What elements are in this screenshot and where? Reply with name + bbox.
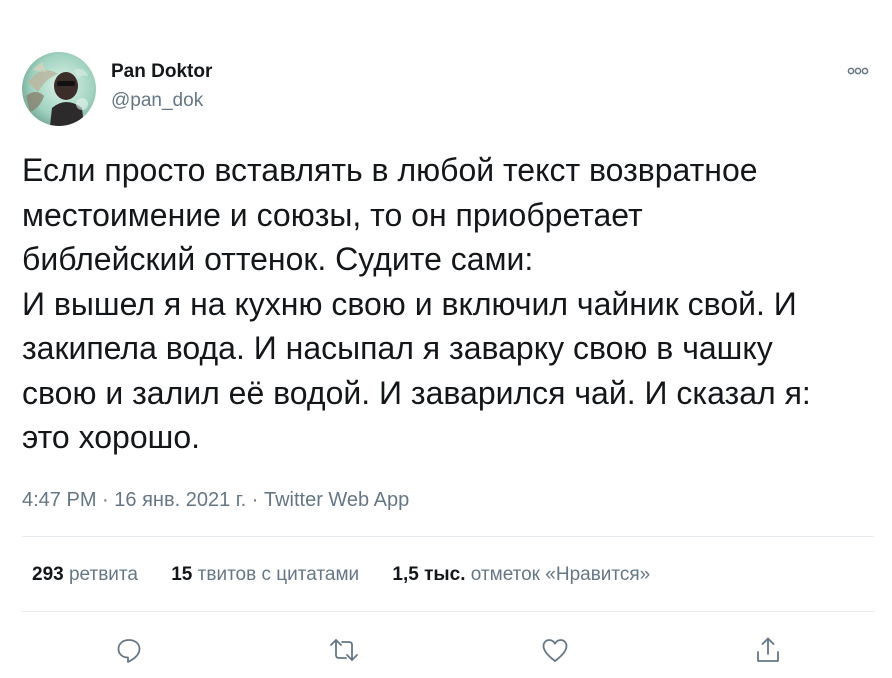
- tweet-text: Если просто вставлять в любой текст возв…: [22, 152, 811, 455]
- like-button[interactable]: [535, 630, 575, 670]
- retweets-label: ретвита: [68, 564, 138, 585]
- author-display-name[interactable]: Pan Doktor: [111, 60, 212, 84]
- tweet-meta: 4:47 PM · 16 янв. 2021 г. · Twitter Web …: [22, 486, 409, 514]
- divider: [22, 611, 874, 612]
- like-icon: [542, 639, 568, 662]
- reply-icon: [117, 639, 141, 663]
- likes-count: 1,5 тыс.: [392, 564, 466, 585]
- share-button[interactable]: [748, 630, 788, 670]
- retweet-icon: [330, 639, 358, 661]
- retweet-button[interactable]: [324, 630, 364, 670]
- avatar-image: [22, 52, 96, 126]
- more-options-button[interactable]: [843, 62, 873, 80]
- tweet-stats: 293 ретвита 15 твитов с цитатами 1,5 тыс…: [32, 561, 650, 589]
- likes-stat[interactable]: 1,5 тыс. отметок «Нравится»: [392, 561, 650, 589]
- share-icon: [757, 637, 779, 662]
- reply-button[interactable]: [109, 630, 149, 670]
- meta-separator: ·: [102, 489, 109, 511]
- tweet-source[interactable]: Twitter Web App: [264, 489, 409, 511]
- divider: [22, 536, 874, 537]
- quotes-stat[interactable]: 15 твитов с цитатами: [171, 561, 359, 589]
- quotes-count: 15: [171, 564, 193, 585]
- retweets-count: 293: [32, 564, 64, 585]
- likes-label: отметок «Нравится»: [470, 564, 651, 585]
- author-block: Pan Doktor @pan_dok: [111, 60, 212, 113]
- avatar[interactable]: [22, 52, 96, 126]
- more-icon: [847, 67, 869, 75]
- tweet-date[interactable]: 16 янв. 2021 г.: [114, 489, 246, 511]
- retweets-stat[interactable]: 293 ретвита: [32, 561, 138, 589]
- author-handle[interactable]: @pan_dok: [111, 89, 212, 113]
- quotes-label: твитов с цитатами: [197, 564, 360, 585]
- tweet-time[interactable]: 4:47 PM: [22, 489, 96, 511]
- meta-separator: ·: [251, 489, 259, 511]
